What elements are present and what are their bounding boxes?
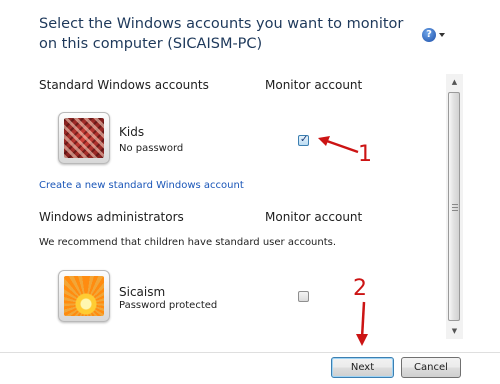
annotation-arrow-2 (356, 301, 368, 346)
standard-accounts-heading: Standard Windows accounts (39, 78, 209, 92)
avatar (58, 270, 110, 322)
account-name-kids: Kids (119, 125, 145, 139)
kids-avatar-image (64, 118, 104, 158)
monitor-account-heading: Monitor account (265, 78, 363, 92)
create-account-link[interactable]: Create a new standard Windows account (39, 180, 244, 191)
page-title: Select the Windows accounts you want to … (39, 16, 404, 52)
help-circle-icon: ? (422, 28, 436, 42)
monitor-checkbox-sicaism[interactable] (298, 291, 309, 302)
administrators-heading: Windows administrators (39, 210, 184, 224)
next-button[interactable]: Next (331, 357, 394, 378)
scrollbar-thumb[interactable] (448, 92, 460, 321)
scroll-up-arrow-icon[interactable]: ▲ (446, 74, 463, 90)
recommendation-note: We recommend that children have standard… (39, 237, 337, 248)
grip-line-icon (452, 210, 458, 211)
grip-line-icon (452, 207, 458, 208)
avatar (58, 112, 110, 164)
scroll-down-arrow-icon[interactable]: ▼ (446, 323, 463, 339)
account-name-sicaism: Sicaism (119, 285, 166, 299)
account-status-sicaism: Password protected (119, 300, 218, 311)
grip-line-icon (452, 204, 458, 205)
sicaism-avatar-image (64, 276, 104, 316)
account-status-kids: No password (119, 143, 184, 154)
monitor-account-heading-admin: Monitor account (265, 210, 363, 224)
annotation-number-1: 1 (358, 142, 372, 167)
chevron-down-icon (439, 33, 445, 37)
cancel-button[interactable]: Cancel (401, 357, 461, 378)
help-icon[interactable]: ? (422, 28, 448, 42)
scrollbar[interactable]: ▲ ▼ (446, 74, 463, 339)
footer-divider (0, 352, 500, 353)
